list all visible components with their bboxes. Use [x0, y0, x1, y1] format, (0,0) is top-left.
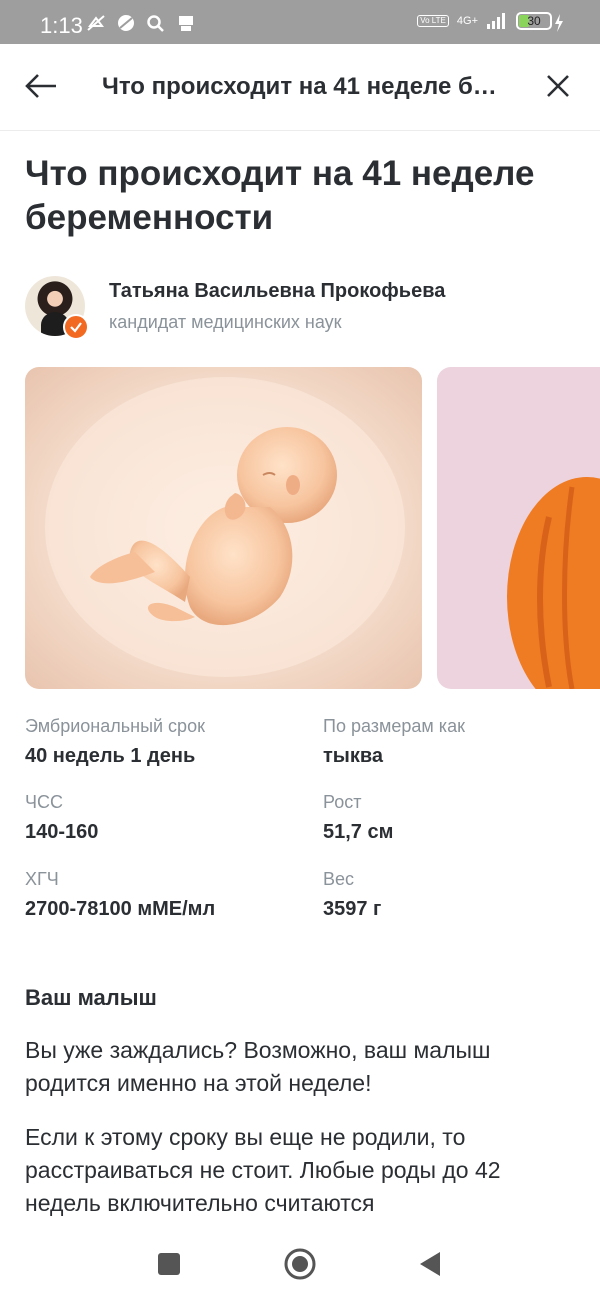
signal-icon	[487, 13, 505, 29]
status-system-icons: Vo LTE 4G+ 30	[417, 12, 552, 30]
status-bar: 1:13 Vo LTE 4G+ 30	[0, 0, 600, 44]
home-circle-icon	[284, 1248, 316, 1280]
stat-label: Эмбриональный срок	[25, 716, 205, 736]
back-button[interactable]	[22, 66, 62, 106]
stat-value: тыква	[323, 745, 384, 767]
stat-size-comparison: По размерам как тыква	[323, 716, 600, 768]
header-title: Что происходит на 41 неделе б…	[102, 73, 497, 100]
battery-percent: 30	[527, 14, 541, 28]
verified-badge	[63, 314, 89, 340]
arrow-left-icon	[25, 74, 56, 98]
stat-height: Рост 51,7 см	[323, 792, 600, 844]
section-heading: Ваш малыш	[25, 985, 157, 1010]
article-title: Что происходит на 41 неделе беременности	[25, 154, 535, 237]
stat-value: 40 недель 1 день	[25, 745, 196, 767]
pumpkin-illustration	[507, 477, 600, 689]
paragraph: Вы уже заждались? Возможно, ваш малыш ро…	[25, 1037, 491, 1096]
triangle-back-icon	[420, 1252, 440, 1276]
fetus-illustration	[45, 377, 405, 677]
stat-value: 2700-78100 мМЕ/мл	[25, 898, 216, 920]
square-icon	[158, 1253, 180, 1275]
muted-icon	[87, 15, 105, 31]
stat-label: По размерам как	[323, 716, 465, 736]
home-button[interactable]	[283, 1247, 317, 1281]
network-type: 4G+	[456, 14, 478, 27]
printer-icon	[179, 16, 193, 31]
stat-hcg: ХГЧ 2700-78100 мМЕ/мл	[25, 869, 315, 921]
stat-value: 140-160	[25, 821, 99, 843]
system-nav-bar	[0, 1227, 600, 1299]
volte-badge: Vo LTE	[417, 15, 449, 27]
author-name[interactable]: Татьяна Васильевна Прокофьева	[109, 280, 445, 303]
pumpkin-image[interactable]	[437, 367, 600, 689]
author-block[interactable]: Татьяна Васильевна Прокофьева кандидат м…	[25, 276, 575, 340]
recents-button[interactable]	[152, 1247, 186, 1281]
stat-label: ЧСС	[25, 792, 63, 812]
image-carousel[interactable]	[25, 367, 600, 689]
data-saver-icon	[118, 15, 134, 31]
stat-value: 51,7 см	[323, 821, 394, 843]
stat-label: Вес	[323, 869, 355, 889]
status-time: 1:13	[40, 13, 83, 38]
battery-icon: 30	[516, 12, 552, 30]
stat-value: 3597 г	[323, 898, 382, 920]
close-icon	[547, 75, 569, 97]
stat-embryonic-term: Эмбриональный срок 40 недель 1 день	[25, 716, 315, 768]
checkmark-icon	[70, 322, 82, 333]
stat-heart-rate: ЧСС 140-160	[25, 792, 315, 844]
stat-weight: Вес 3597 г	[323, 869, 600, 921]
status-notification-icons	[86, 14, 196, 32]
stat-label: ХГЧ	[25, 869, 59, 889]
app-header: Что происходит на 41 неделе б…	[0, 44, 600, 131]
fetus-image[interactable]	[25, 367, 422, 689]
search-icon	[147, 15, 164, 32]
close-button[interactable]	[538, 66, 578, 106]
charging-icon	[555, 14, 563, 32]
author-credential: кандидат медицинских наук	[109, 312, 342, 332]
paragraph: Если к этому сроку вы еще не родили, то …	[25, 1124, 501, 1227]
nav-back-button[interactable]	[414, 1247, 448, 1281]
stat-label: Рост	[323, 792, 362, 812]
